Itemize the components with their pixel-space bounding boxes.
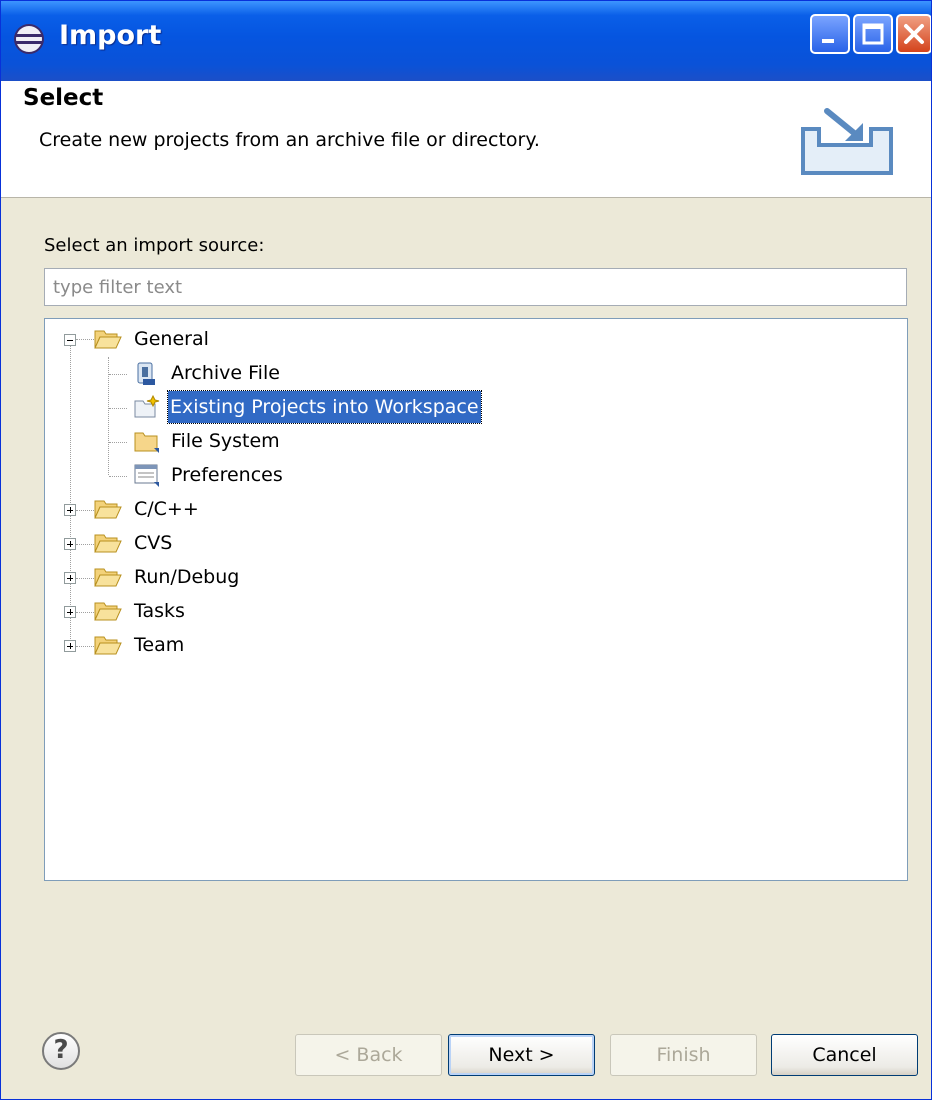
import-source-tree[interactable]: General Archive File Existing Projects i… [44, 318, 908, 881]
expand-icon[interactable] [64, 538, 76, 550]
tree-item-label: CVS [134, 532, 173, 554]
expand-icon[interactable] [64, 572, 76, 584]
tree-item-existing-projects[interactable]: Existing Projects into Workspace [45, 390, 505, 424]
folder-open-icon [94, 534, 122, 553]
import-wizard-icon [801, 108, 893, 175]
tree-item-preferences[interactable]: Preferences [45, 459, 445, 491]
tree-item-label: File System [171, 430, 280, 452]
tree-item-file-system[interactable]: File System [45, 425, 445, 457]
cancel-button[interactable]: Cancel [771, 1034, 918, 1076]
tree-item-label: Existing Projects into Workspace [167, 390, 482, 424]
close-button[interactable] [896, 14, 931, 54]
folder-open-icon [94, 330, 122, 349]
tree-item-label: Run/Debug [134, 566, 240, 588]
window-title: Import [59, 20, 162, 51]
tree-item-team[interactable]: Team [45, 629, 345, 661]
folder-open-icon [94, 500, 122, 519]
tree-item-label: C/C++ [134, 498, 199, 520]
tree-item-label: Team [134, 634, 185, 656]
tree-item-label: Archive File [171, 362, 280, 384]
tree-item-cpp[interactable]: C/C++ [45, 493, 345, 525]
back-button[interactable]: < Back [295, 1034, 442, 1076]
expand-icon[interactable] [64, 640, 76, 652]
preferences-icon [134, 464, 159, 487]
import-source-label: Select an import source: [44, 235, 265, 256]
folder-open-icon [94, 636, 122, 655]
close-icon [904, 24, 924, 44]
tree-item-label: Tasks [134, 600, 185, 622]
page-description: Create new projects from an archive file… [39, 129, 540, 151]
tree-item-general[interactable]: General [45, 323, 345, 355]
tree-item-archive-file[interactable]: Archive File [45, 357, 445, 389]
help-button[interactable]: ? [42, 1032, 80, 1070]
tree-item-run-debug[interactable]: Run/Debug [45, 561, 345, 593]
filter-input[interactable] [44, 268, 907, 306]
tree-item-label: General [134, 328, 209, 350]
tree-item-label: Preferences [171, 464, 283, 486]
tree-item-cvs[interactable]: CVS [45, 527, 345, 559]
expand-icon[interactable] [64, 504, 76, 516]
maximize-icon [862, 23, 884, 45]
minimize-icon [822, 39, 834, 43]
minimize-button[interactable] [810, 14, 850, 54]
folder-open-icon [94, 568, 122, 587]
next-button[interactable]: Next > [448, 1034, 595, 1076]
folder-open-icon [94, 602, 122, 621]
import-dialog: Import Select Create new projects from a… [0, 0, 932, 1100]
project-folder-icon [134, 395, 160, 418]
title-bar[interactable]: Import [1, 1, 931, 81]
expand-icon[interactable] [64, 606, 76, 618]
collapse-icon[interactable] [64, 334, 76, 346]
maximize-button[interactable] [853, 14, 893, 54]
page-title: Select [23, 85, 104, 111]
archive-file-icon [137, 362, 155, 385]
tree-item-tasks[interactable]: Tasks [45, 595, 345, 627]
finish-button[interactable]: Finish [610, 1034, 757, 1076]
eclipse-icon [14, 24, 44, 54]
folder-icon [134, 432, 159, 453]
